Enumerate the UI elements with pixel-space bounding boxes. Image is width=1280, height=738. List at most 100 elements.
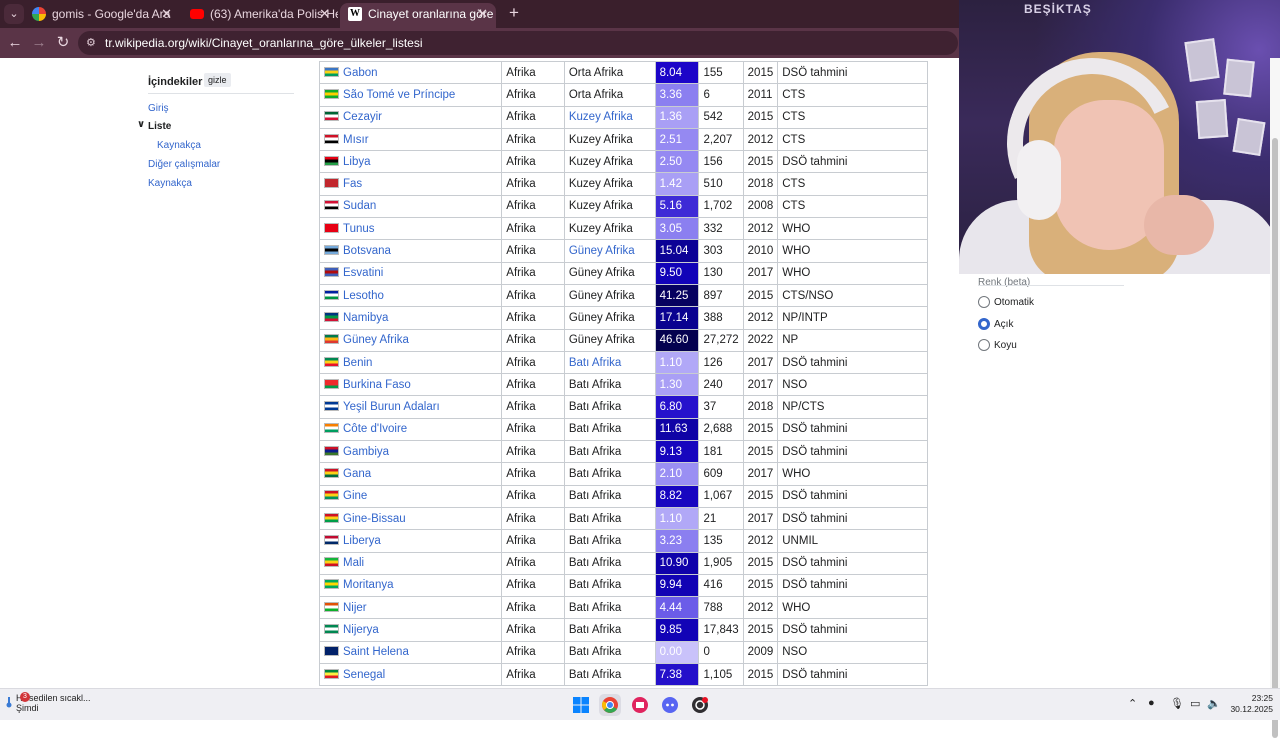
region-cell: Batı Afrika [563, 417, 656, 442]
radio-automatic[interactable]: Otomatik [978, 296, 1034, 309]
country-link[interactable]: Fas [343, 178, 362, 190]
close-icon[interactable]: ✕ [319, 3, 330, 25]
google-icon [32, 7, 46, 21]
country-link[interactable]: Moritanya [343, 579, 394, 591]
country-link[interactable]: Libya [343, 156, 371, 168]
year-cell: 2012 [742, 306, 779, 330]
country-link[interactable]: Yeşil Burun Adaları [343, 401, 440, 413]
flag-icon [324, 66, 339, 77]
country-link[interactable]: Cezayir [343, 111, 382, 123]
homicide-rate-table: Gabon Afrika Orta Afrika 8.04 155 2015 DSÖ tah… [318, 60, 928, 687]
rate-cell: 3.36 [654, 83, 700, 107]
microphone-icon[interactable]: 🎙 [1170, 697, 1184, 710]
toc-item-diger-calismalar[interactable]: Diğer çalışmalar [148, 159, 220, 170]
count-cell: 240 [698, 373, 744, 397]
page-scrollbar[interactable] [1270, 58, 1280, 738]
obs-icon[interactable] [689, 694, 711, 716]
year-cell: 2015 [742, 105, 779, 129]
new-tab-icon[interactable]: + [505, 4, 523, 22]
forward-icon[interactable]: → [29, 33, 49, 53]
year-cell: 2017 [742, 506, 779, 531]
country-link[interactable]: Gana [343, 468, 371, 480]
country-link[interactable]: Mali [343, 557, 364, 569]
count-cell: 416 [698, 573, 744, 598]
region-cell[interactable]: Kuzey Afrika [563, 105, 656, 129]
continent-cell: Afrika [501, 506, 565, 531]
country-link[interactable]: Botsvana [343, 245, 391, 257]
close-icon[interactable]: ✕ [477, 3, 488, 25]
tab-google[interactable]: gomis - Google'da Ara ✕ [24, 3, 180, 28]
year-cell: 2011 [742, 83, 779, 107]
divider [148, 93, 294, 94]
country-link[interactable]: Burkina Faso [343, 379, 411, 391]
country-link[interactable]: Nijer [343, 602, 367, 614]
toc-item-kaynakca-sub[interactable]: Kaynakça [157, 140, 201, 151]
country-cell: Botsvana [318, 239, 503, 263]
chrome-icon[interactable] [599, 694, 621, 716]
country-link[interactable]: Mısır [343, 134, 369, 146]
country-link[interactable]: Sudan [343, 200, 376, 212]
country-link[interactable]: Benin [343, 357, 372, 369]
count-cell: 21 [698, 506, 744, 531]
network-icon[interactable]: ▭ [1190, 697, 1200, 710]
radio-icon[interactable] [978, 296, 990, 308]
discord-icon[interactable] [659, 694, 681, 716]
country-link[interactable]: Esvatini [343, 267, 383, 279]
country-link[interactable]: Gine [343, 490, 367, 502]
count-cell: 897 [698, 283, 744, 308]
rate-cell: 7.38 [654, 663, 700, 687]
tab-wikipedia[interactable]: W Cinayet oranlarına göre ülkeler ✕ [340, 3, 496, 28]
count-cell: 27,272 [698, 328, 744, 352]
app-icon[interactable] [629, 694, 651, 716]
toc-item-liste[interactable]: ∨ Liste [137, 119, 171, 132]
country-link[interactable]: Güney Afrika [343, 334, 409, 346]
country-link[interactable]: Senegal [343, 669, 385, 681]
tab-youtube[interactable]: (63) Amerika'da Polis Her Şeyi Ç ✕ [182, 3, 338, 28]
rate-cell: 41.25 [654, 283, 700, 308]
country-link[interactable]: Namibya [343, 312, 388, 324]
chevron-up-icon[interactable]: ⌃ [1128, 697, 1137, 710]
source-cell: NP/CTS [777, 395, 928, 419]
country-link[interactable]: Gambiya [343, 446, 389, 458]
address-bar[interactable]: ⚙ tr.wikipedia.org/wiki/Cinayet_oranları… [78, 31, 958, 55]
tab-search-icon[interactable]: ⌄ [4, 4, 24, 24]
radio-light[interactable]: Açık [978, 318, 1013, 331]
region-cell[interactable]: Batı Afrika [563, 350, 656, 375]
country-cell: Burkina Faso [318, 373, 503, 397]
country-link[interactable]: Saint Helena [343, 646, 409, 658]
year-cell: 2017 [742, 462, 779, 486]
radio-icon[interactable] [978, 339, 990, 351]
reload-icon[interactable]: ↻ [53, 33, 73, 53]
continent-cell: Afrika [501, 373, 565, 397]
toc-item-kaynakca[interactable]: Kaynakça [148, 178, 192, 189]
app-tray-icon[interactable]: ● [1148, 697, 1155, 709]
chevron-down-icon[interactable]: ∨ [137, 119, 145, 130]
country-cell: Lesotho [318, 283, 503, 308]
system-clock[interactable]: 23:25 30.12.2025 [1225, 693, 1273, 715]
country-cell: Saint Helena [318, 640, 503, 665]
close-icon[interactable]: ✕ [161, 3, 172, 25]
region-cell[interactable]: Güney Afrika [563, 239, 656, 263]
toc-item-giris[interactable]: Giriş [148, 103, 169, 114]
country-link[interactable]: Lesotho [343, 290, 384, 302]
country-link[interactable]: Côte d'Ivoire [343, 423, 407, 435]
year-cell: 2017 [742, 261, 779, 285]
source-cell: CTS [777, 105, 928, 129]
windows-start-icon[interactable] [570, 694, 592, 716]
count-cell: 6 [698, 83, 744, 107]
site-info-icon[interactable]: ⚙ [86, 31, 96, 55]
back-icon[interactable]: ← [5, 33, 25, 53]
country-link[interactable]: Gine-Bissau [343, 513, 406, 525]
rate-cell: 2.10 [654, 462, 700, 486]
volume-icon[interactable]: 🔈 [1207, 697, 1221, 710]
radio-selected-icon[interactable] [978, 318, 990, 330]
toc-hide-button[interactable]: gizle [204, 73, 231, 87]
country-link[interactable]: São Tomé ve Príncipe [343, 89, 455, 101]
radio-dark[interactable]: Koyu [978, 339, 1017, 352]
scrollbar-thumb[interactable] [1272, 138, 1278, 738]
country-link[interactable]: Gabon [343, 67, 378, 79]
country-link[interactable]: Liberya [343, 535, 381, 547]
country-link[interactable]: Tunus [343, 223, 375, 235]
flag-icon [324, 267, 339, 278]
country-link[interactable]: Nijerya [343, 624, 379, 636]
